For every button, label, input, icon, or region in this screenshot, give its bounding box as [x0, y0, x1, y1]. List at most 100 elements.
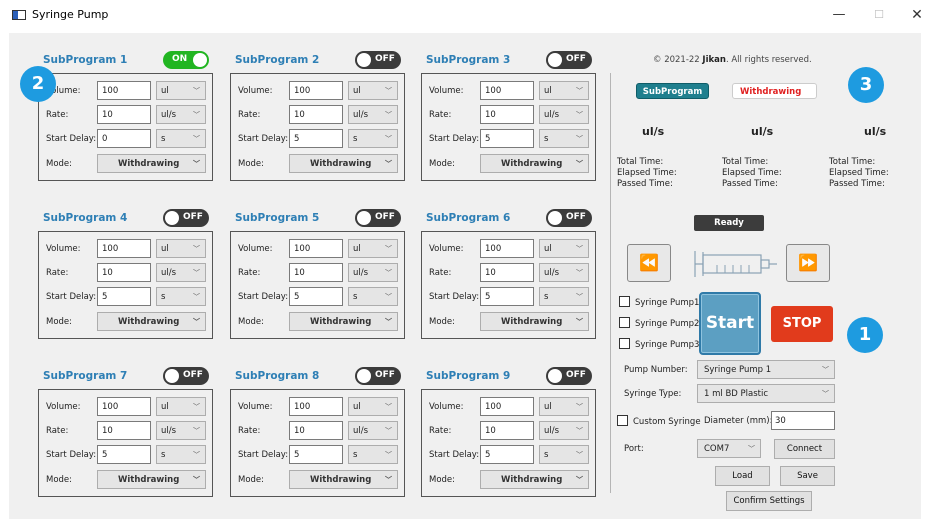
subprogram-5-toggle[interactable]: OFF — [355, 209, 401, 227]
delay-unit-select[interactable]: s ﹀ — [348, 129, 398, 148]
volume-input[interactable]: 100 — [480, 81, 534, 100]
start-delay-input[interactable]: 5 — [480, 287, 534, 306]
pump-number-label: Pump Number: — [624, 365, 688, 375]
rate-input[interactable]: 10 — [97, 105, 151, 124]
volume-input[interactable]: 100 — [289, 81, 343, 100]
rate-input[interactable]: 10 — [97, 263, 151, 282]
syringe-type-select[interactable]: 1 ml BD Plastic ﹀ — [697, 384, 835, 403]
delay-unit-select[interactable]: s ﹀ — [348, 445, 398, 464]
subprogram-4-toggle[interactable]: OFF — [163, 209, 209, 227]
rate-unit-select[interactable]: ul/s ﹀ — [539, 263, 589, 282]
pump-number-select[interactable]: Syringe Pump 1 ﹀ — [697, 360, 835, 379]
rate-unit-select[interactable]: ul/s ﹀ — [539, 421, 589, 440]
pump2-checkbox[interactable]: Syringe Pump2 — [619, 317, 699, 329]
rate-unit-select[interactable]: ul/s ﹀ — [156, 263, 206, 282]
minimize-button[interactable]: — — [827, 6, 851, 24]
mode-select[interactable]: Withdrawing ﹀ — [97, 312, 206, 331]
rate-unit-select[interactable]: ul/s ﹀ — [348, 263, 398, 282]
close-button[interactable]: ✕ — [905, 6, 929, 24]
chevron-down-icon: ﹀ — [822, 366, 829, 374]
subprogram-2-toggle[interactable]: OFF — [355, 51, 401, 69]
rate-unit-select[interactable]: ul/s ﹀ — [348, 105, 398, 124]
mode-select[interactable]: Withdrawing ﹀ — [289, 470, 398, 489]
diameter-input[interactable]: 30 — [771, 411, 835, 430]
subprogram-3-toggle[interactable]: OFF — [546, 51, 592, 69]
subprogram-9-toggle[interactable]: OFF — [546, 367, 592, 385]
volume-unit-select[interactable]: ul ﹀ — [539, 81, 589, 100]
rate-unit-select[interactable]: ul/s ﹀ — [539, 105, 589, 124]
rate-input[interactable]: 10 — [480, 105, 534, 124]
volume-unit-select[interactable]: ul ﹀ — [348, 239, 398, 258]
delay-unit-select[interactable]: s ﹀ — [539, 129, 589, 148]
maximize-button[interactable]: ☐ — [867, 6, 891, 24]
volume-input[interactable]: 100 — [97, 81, 151, 100]
volume-unit-select[interactable]: ul ﹀ — [539, 239, 589, 258]
mode-row: Mode: Withdrawing ﹀ — [39, 312, 214, 332]
rate-unit-select[interactable]: ul/s ﹀ — [348, 421, 398, 440]
start-delay-input[interactable]: 5 — [289, 287, 343, 306]
rate-unit-select[interactable]: ul/s ﹀ — [156, 421, 206, 440]
forward-button[interactable]: ⏩ — [786, 244, 830, 282]
delay-unit-select[interactable]: s ﹀ — [539, 287, 589, 306]
volume-unit-select[interactable]: ul ﹀ — [156, 81, 206, 100]
delay-unit-select[interactable]: s ﹀ — [156, 129, 206, 148]
rate-input[interactable]: 10 — [289, 263, 343, 282]
subprogram-1-toggle[interactable]: ON — [163, 51, 209, 69]
volume-unit-select[interactable]: ul ﹀ — [539, 397, 589, 416]
rate-input[interactable]: 10 — [480, 421, 534, 440]
delay-unit-select[interactable]: s ﹀ — [156, 445, 206, 464]
start-delay-input[interactable]: 5 — [289, 129, 343, 148]
pump3-checkbox[interactable]: Syringe Pump3 — [619, 338, 699, 350]
mode-select[interactable]: Withdrawing ﹀ — [289, 312, 398, 331]
delay-unit-select[interactable]: s ﹀ — [539, 445, 589, 464]
load-button[interactable]: Load — [715, 466, 770, 486]
stop-button[interactable]: STOP — [771, 306, 833, 342]
volume-unit-select[interactable]: ul ﹀ — [348, 397, 398, 416]
mode-select[interactable]: Withdrawing ﹀ — [480, 470, 589, 489]
volume-input[interactable]: 100 — [289, 239, 343, 258]
window-title: Syringe Pump — [32, 8, 109, 21]
rate-unit-select[interactable]: ul/s ﹀ — [156, 105, 206, 124]
port-select[interactable]: COM7 ﹀ — [697, 439, 761, 458]
chevron-down-icon: ﹀ — [385, 160, 392, 168]
mode-select[interactable]: Withdrawing ﹀ — [480, 154, 589, 173]
diameter-label: Diameter (mm): — [704, 416, 773, 426]
subprogram-7-toggle[interactable]: OFF — [163, 367, 209, 385]
mode-select[interactable]: Withdrawing ﹀ — [480, 312, 589, 331]
start-delay-input[interactable]: 0 — [97, 129, 151, 148]
start-delay-input[interactable]: 5 — [97, 287, 151, 306]
rate-input[interactable]: 10 — [480, 263, 534, 282]
volume-input[interactable]: 100 — [97, 397, 151, 416]
start-delay-input[interactable]: 5 — [480, 445, 534, 464]
volume-unit-select[interactable]: ul ﹀ — [156, 239, 206, 258]
save-button[interactable]: Save — [780, 466, 835, 486]
chevron-down-icon: ﹀ — [193, 403, 200, 411]
volume-input[interactable]: 100 — [480, 397, 534, 416]
volume-input[interactable]: 100 — [480, 239, 534, 258]
subprogram-6-toggle[interactable]: OFF — [546, 209, 592, 227]
subprogram-8-toggle[interactable]: OFF — [355, 367, 401, 385]
volume-unit-select[interactable]: ul ﹀ — [156, 397, 206, 416]
pump1-checkbox[interactable]: Syringe Pump1 — [619, 296, 699, 308]
start-delay-input[interactable]: 5 — [97, 445, 151, 464]
rate-input[interactable]: 10 — [97, 421, 151, 440]
volume-input[interactable]: 100 — [97, 239, 151, 258]
chevron-down-icon: ﹀ — [748, 445, 755, 453]
delay-unit-select[interactable]: s ﹀ — [348, 287, 398, 306]
start-delay-input[interactable]: 5 — [480, 129, 534, 148]
mode-select[interactable]: Withdrawing ﹀ — [97, 154, 206, 173]
start-button[interactable]: Start — [699, 292, 761, 355]
mode-select[interactable]: Withdrawing ﹀ — [97, 470, 206, 489]
connect-button[interactable]: Connect — [774, 439, 835, 459]
confirm-settings-button[interactable]: Confirm Settings — [726, 491, 812, 511]
total-time-label: Total Time: — [829, 157, 876, 167]
mode-select[interactable]: Withdrawing ﹀ — [289, 154, 398, 173]
rate-input[interactable]: 10 — [289, 421, 343, 440]
rate-input[interactable]: 10 — [289, 105, 343, 124]
rewind-button[interactable]: ⏪ — [627, 244, 671, 282]
start-delay-input[interactable]: 5 — [289, 445, 343, 464]
volume-unit-select[interactable]: ul ﹀ — [348, 81, 398, 100]
delay-unit-select[interactable]: s ﹀ — [156, 287, 206, 306]
custom-syringe-checkbox[interactable]: Custom Syringe — [617, 415, 701, 427]
volume-input[interactable]: 100 — [289, 397, 343, 416]
